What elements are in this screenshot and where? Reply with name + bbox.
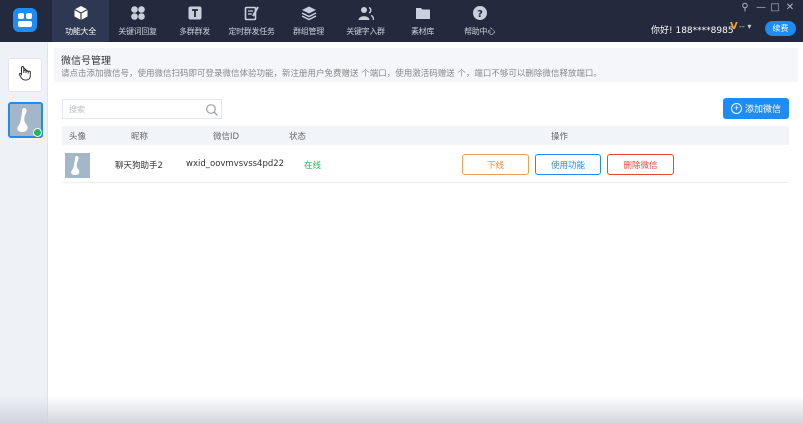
close-icon[interactable]: ✕ bbox=[783, 1, 797, 13]
hand-pointer-icon bbox=[18, 65, 32, 85]
nav-label: 关键词回复 bbox=[118, 27, 157, 36]
wechat-accounts-table: 头像 昵称 微信ID 状态 操作 聊天狗助手2 wxid_oovmvsvss4p… bbox=[62, 126, 789, 183]
row-wechat-id: wxid_oovmvsvss4pd22 bbox=[186, 159, 285, 169]
folder-icon bbox=[414, 4, 432, 22]
nav-label: 功能大全 bbox=[65, 27, 96, 36]
pin-icon[interactable]: ⚲ bbox=[738, 1, 752, 13]
nav-label: 帮助中心 bbox=[464, 27, 495, 36]
cube-icon bbox=[72, 4, 90, 22]
column-header-nickname: 昵称 bbox=[131, 132, 149, 142]
nav-label: 关键字入群 bbox=[346, 27, 385, 36]
users-icon bbox=[357, 4, 375, 22]
nav-item-scheduled-send[interactable]: 定时群发任务 bbox=[223, 0, 280, 42]
online-status-dot bbox=[33, 128, 42, 137]
nav-label: 多群群发 bbox=[179, 27, 210, 36]
text-square-icon bbox=[186, 4, 204, 22]
layers-icon bbox=[300, 4, 318, 22]
add-wechat-button[interactable]: + 添加微信 bbox=[723, 98, 789, 119]
main-nav: 功能大全 关键词回复 多群群发 定时群发任务 群组管理 关键字入群 素材库 ? … bbox=[52, 0, 508, 42]
nav-item-group-management[interactable]: 群组管理 bbox=[280, 0, 337, 42]
add-wechat-label: 添加微信 bbox=[744, 104, 781, 114]
account-dropdown[interactable]: -- ▾ bbox=[739, 22, 751, 31]
nav-label: 群组管理 bbox=[293, 27, 324, 36]
avatar bbox=[65, 153, 90, 178]
row-status: 在线 bbox=[304, 161, 322, 171]
help-icon: ? bbox=[471, 4, 489, 22]
nav-label: 素材库 bbox=[410, 27, 435, 36]
svg-text:?: ? bbox=[477, 9, 483, 20]
maximize-icon[interactable]: □ bbox=[768, 1, 782, 13]
nav-item-keyword-reply[interactable]: 关键词回复 bbox=[109, 0, 166, 42]
column-header-actions: 操作 bbox=[551, 132, 569, 142]
goose-avatar-icon bbox=[65, 153, 90, 178]
app-logo-icon bbox=[13, 8, 37, 32]
offline-button[interactable]: 下线 bbox=[462, 154, 529, 175]
nav-item-help-center[interactable]: ? 帮助中心 bbox=[451, 0, 508, 42]
nav-item-multi-group-send[interactable]: 多群群发 bbox=[166, 0, 223, 42]
main-content: 微信号管理 请点击添加微信号，使用微信扫码即可登录微信体验功能，新注册用户免费赠… bbox=[48, 42, 803, 423]
search-input[interactable] bbox=[62, 99, 222, 119]
top-bar: 功能大全 关键词回复 多群群发 定时群发任务 群组管理 关键字入群 素材库 ? … bbox=[0, 0, 803, 42]
account-sidebar bbox=[0, 42, 48, 423]
table-row: 聊天狗助手2 wxid_oovmvsvss4pd22 在线 下线 使用功能 删除… bbox=[62, 145, 789, 183]
row-nickname: 聊天狗助手2 bbox=[115, 161, 163, 171]
delete-wechat-button[interactable]: 删除微信 bbox=[607, 154, 674, 175]
nav-item-keyword-join-group[interactable]: 关键字入群 bbox=[337, 0, 394, 42]
use-features-button[interactable]: 使用功能 bbox=[535, 154, 601, 175]
vip-icon: V bbox=[730, 21, 738, 32]
page-title: 微信号管理 bbox=[61, 56, 111, 67]
search-icon[interactable] bbox=[205, 102, 219, 116]
edit-icon bbox=[243, 4, 261, 22]
clover-icon bbox=[129, 4, 147, 22]
column-header-avatar: 头像 bbox=[69, 132, 87, 142]
plus-circle-icon: + bbox=[730, 103, 742, 114]
select-mode-button[interactable] bbox=[8, 58, 42, 92]
page-description: 请点击添加微信号，使用微信扫码即可登录微信体验功能，新注册用户免费赠送 个端口，… bbox=[61, 69, 602, 79]
page-header: 微信号管理 请点击添加微信号，使用微信扫码即可登录微信体验功能，新注册用户免费赠… bbox=[54, 48, 798, 82]
nav-item-material-library[interactable]: 素材库 bbox=[394, 0, 451, 42]
nav-item-features[interactable]: 功能大全 bbox=[52, 0, 109, 42]
column-header-wechat-id: 微信ID bbox=[213, 132, 240, 142]
minimize-icon[interactable]: — bbox=[754, 1, 768, 13]
nav-label: 定时群发任务 bbox=[228, 27, 275, 36]
user-greeting: 你好! 188****8985 bbox=[651, 26, 734, 36]
column-header-status: 状态 bbox=[289, 132, 307, 142]
table-header: 头像 昵称 微信ID 状态 操作 bbox=[62, 126, 789, 145]
renew-button[interactable]: 续费 bbox=[765, 21, 796, 36]
